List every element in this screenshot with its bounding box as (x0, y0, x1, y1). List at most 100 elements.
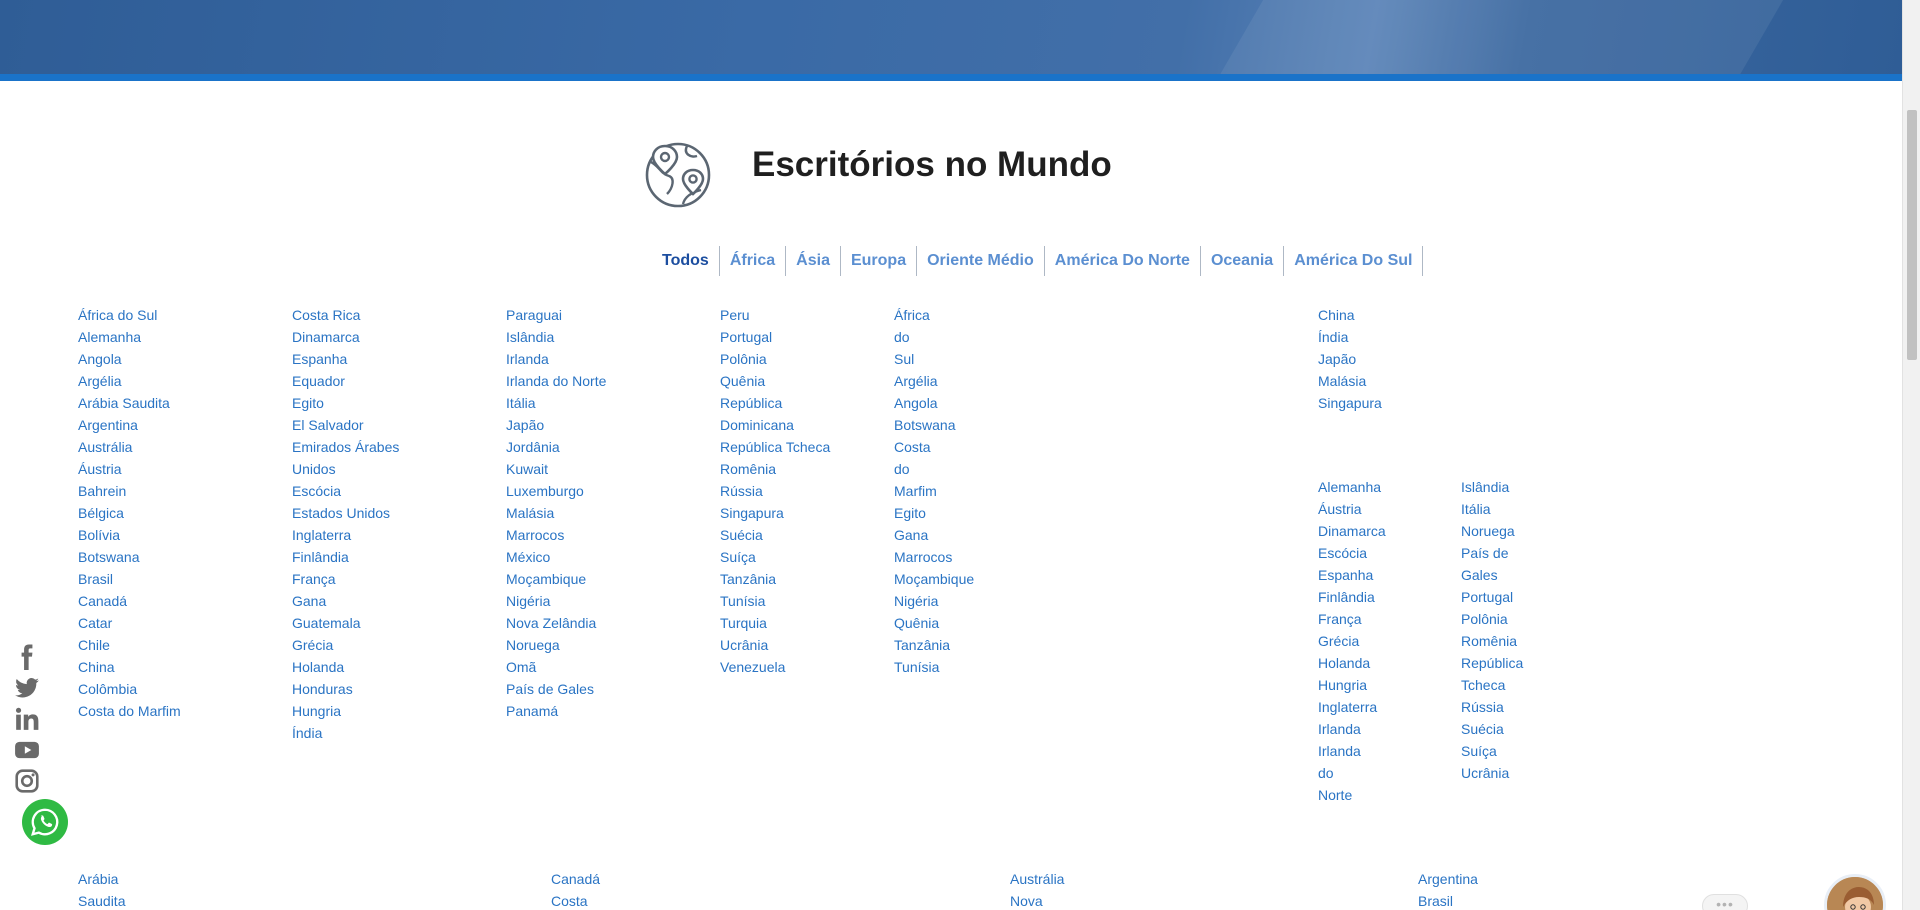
country-link[interactable]: Norte (1318, 784, 1386, 806)
country-link[interactable]: Escócia (292, 480, 399, 502)
country-link[interactable]: Saudita (78, 890, 125, 910)
country-link[interactable]: Itália (1461, 498, 1523, 520)
country-link[interactable]: Sul (894, 348, 974, 370)
country-link[interactable]: Costa Rica (292, 304, 399, 326)
country-link[interactable]: Equador (292, 370, 399, 392)
country-link[interactable]: Hungria (292, 700, 399, 722)
twitter-icon[interactable] (14, 675, 40, 701)
country-link[interactable]: Nigéria (894, 590, 974, 612)
country-link[interactable]: Holanda (292, 656, 399, 678)
country-link[interactable]: França (292, 568, 399, 590)
country-link[interactable]: do (1318, 762, 1386, 784)
country-link[interactable]: Botswana (78, 546, 181, 568)
country-link[interactable]: Portugal (720, 326, 830, 348)
country-link[interactable]: Canadá (78, 590, 181, 612)
tab-oceania[interactable]: Oceania (1199, 246, 1283, 276)
country-link[interactable]: África do Sul (78, 304, 181, 326)
country-link[interactable]: Itália (506, 392, 606, 414)
country-link[interactable]: Tcheca (1461, 674, 1523, 696)
country-link[interactable]: Marfim (894, 480, 974, 502)
country-link[interactable]: Nova Zelândia (506, 612, 606, 634)
country-link[interactable]: Nova (1010, 890, 1064, 910)
country-link[interactable]: Hungria (1318, 674, 1386, 696)
country-link[interactable]: Finlândia (1318, 586, 1386, 608)
country-link[interactable]: Tunísia (894, 656, 974, 678)
country-link[interactable]: Venezuela (720, 656, 830, 678)
country-link[interactable]: Turquia (720, 612, 830, 634)
country-link[interactable]: Romênia (720, 458, 830, 480)
country-link[interactable]: Inglaterra (292, 524, 399, 546)
country-link[interactable]: Unidos (292, 458, 399, 480)
country-link[interactable]: Singapura (720, 502, 830, 524)
country-link[interactable]: Suécia (720, 524, 830, 546)
country-link[interactable]: Islândia (1461, 476, 1523, 498)
country-link[interactable]: Emirados Árabes (292, 436, 399, 458)
country-link[interactable]: Peru (720, 304, 830, 326)
country-link[interactable]: China (1318, 304, 1382, 326)
country-link[interactable]: Noruega (1461, 520, 1523, 542)
country-link[interactable]: Marrocos (894, 546, 974, 568)
tab-africa[interactable]: África (718, 246, 785, 276)
youtube-icon[interactable] (14, 737, 40, 763)
country-link[interactable]: Luxemburgo (506, 480, 606, 502)
page-scrollbar[interactable] (1902, 0, 1920, 910)
country-link[interactable]: Austrália (1010, 868, 1064, 890)
country-link[interactable]: Arábia (78, 868, 125, 890)
country-link[interactable]: Kuwait (506, 458, 606, 480)
country-link[interactable]: Áustria (78, 458, 181, 480)
country-link[interactable]: Argentina (78, 414, 181, 436)
country-link[interactable]: Honduras (292, 678, 399, 700)
country-link[interactable]: do (894, 326, 974, 348)
country-link[interactable]: Argentina (1418, 868, 1478, 890)
country-link[interactable]: Colômbia (78, 678, 181, 700)
country-link[interactable]: Ucrânia (720, 634, 830, 656)
country-link[interactable]: Suécia (1461, 718, 1523, 740)
country-link[interactable]: Alemanha (78, 326, 181, 348)
country-link[interactable]: Costa (551, 890, 600, 910)
country-link[interactable]: Botswana (894, 414, 974, 436)
country-link[interactable]: Tanzânia (720, 568, 830, 590)
country-link[interactable]: El Salvador (292, 414, 399, 436)
country-link[interactable]: Moçambique (506, 568, 606, 590)
country-link[interactable]: Dominicana (720, 414, 830, 436)
country-link[interactable]: Gales (1461, 564, 1523, 586)
country-link[interactable]: República Tcheca (720, 436, 830, 458)
country-link[interactable]: Holanda (1318, 652, 1386, 674)
chat-agent-avatar[interactable] (1824, 874, 1886, 910)
country-link[interactable]: Espanha (292, 348, 399, 370)
country-link[interactable]: Angola (78, 348, 181, 370)
linkedin-icon[interactable] (14, 706, 40, 732)
country-link[interactable]: Inglaterra (1318, 696, 1386, 718)
instagram-icon[interactable] (14, 768, 40, 794)
country-link[interactable]: Catar (78, 612, 181, 634)
country-link[interactable]: Arábia Saudita (78, 392, 181, 414)
country-link[interactable]: Costa do Marfim (78, 700, 181, 722)
country-link[interactable]: Espanha (1318, 564, 1386, 586)
country-link[interactable]: País de (1461, 542, 1523, 564)
country-link[interactable]: Guatemala (292, 612, 399, 634)
tab-todos[interactable]: Todos (652, 246, 719, 276)
country-link[interactable]: Noruega (506, 634, 606, 656)
tab-oriente-medio[interactable]: Oriente Médio (916, 246, 1044, 276)
country-link[interactable]: Índia (292, 722, 399, 744)
country-link[interactable]: Finlândia (292, 546, 399, 568)
tab-asia[interactable]: Ásia (785, 246, 840, 276)
country-link[interactable]: Moçambique (894, 568, 974, 590)
country-link[interactable]: Islândia (506, 326, 606, 348)
country-link[interactable]: França (1318, 608, 1386, 630)
country-link[interactable]: Panamá (506, 700, 606, 722)
country-link[interactable]: Omã (506, 656, 606, 678)
country-link[interactable]: Nigéria (506, 590, 606, 612)
country-link[interactable]: Suíça (1461, 740, 1523, 762)
country-link[interactable]: Portugal (1461, 586, 1523, 608)
country-link[interactable]: Suíça (720, 546, 830, 568)
country-link[interactable]: Rússia (720, 480, 830, 502)
country-link[interactable]: Romênia (1461, 630, 1523, 652)
country-link[interactable]: Austrália (78, 436, 181, 458)
country-link[interactable]: Malásia (506, 502, 606, 524)
country-link[interactable]: Bélgica (78, 502, 181, 524)
country-link[interactable]: Argélia (894, 370, 974, 392)
country-link[interactable]: Bolívia (78, 524, 181, 546)
country-link[interactable]: Irlanda (506, 348, 606, 370)
country-link[interactable]: Jordânia (506, 436, 606, 458)
